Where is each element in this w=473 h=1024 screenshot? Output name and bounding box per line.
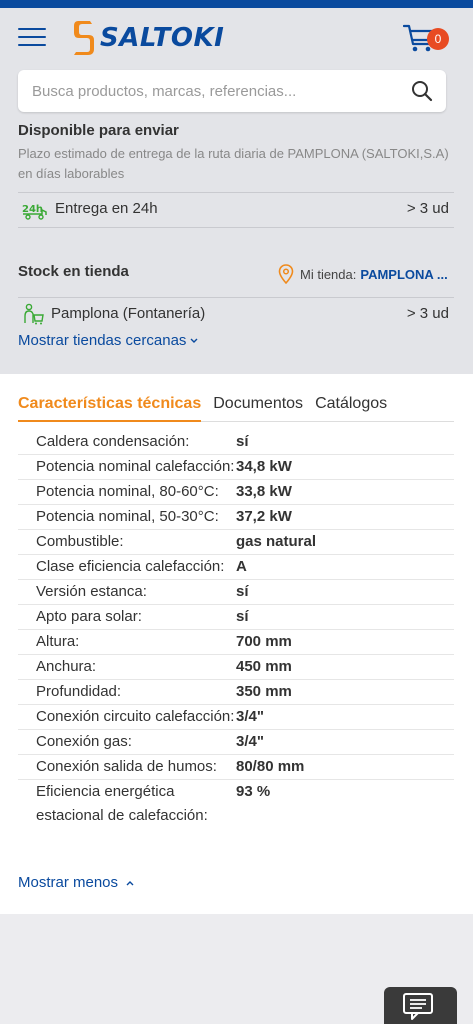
spec-value: 93 % <box>236 783 271 800</box>
spec-row: Potencia nominal, 80-60°C: 33,8 kW <box>18 480 454 505</box>
spec-label: Versión estanca: <box>36 583 147 600</box>
chat-icon <box>403 993 433 1020</box>
spec-label: Conexión salida de humos: <box>36 758 217 775</box>
cart-count-badge[interactable]: 0 <box>427 28 449 50</box>
show-nearby-stores-link[interactable]: Mostrar tiendas cercanas <box>18 332 199 349</box>
chevron-up-icon <box>126 880 134 885</box>
spec-label: Conexión circuito calefacción: <box>36 708 235 725</box>
delivery-label: Entrega en 24h <box>55 200 158 217</box>
chevron-down-icon <box>190 338 198 343</box>
availability-subtitle: Plazo estimado de entrega de la ruta dia… <box>18 146 449 181</box>
spec-row: Versión estanca: sí <box>18 580 454 605</box>
logo-s-icon <box>74 21 94 55</box>
logo-text: SALTOKI <box>100 23 225 53</box>
saltoki-logo[interactable]: SALTOKI <box>72 18 224 58</box>
my-store-link[interactable]: Mi tienda: PAMPLONA ... <box>278 264 448 284</box>
spec-value: 37,2 kW <box>236 508 292 525</box>
my-store-prefix: Mi tienda: <box>300 266 357 282</box>
spec-value: gas natural <box>236 533 317 550</box>
spec-table: Caldera condensación: sí Potencia nominal… <box>18 430 454 828</box>
tab-documents[interactable]: Documentos <box>213 394 303 422</box>
spec-row: Altura: 700 mm <box>18 630 454 655</box>
spec-value: 34,8 kW <box>236 458 292 475</box>
store-row-value: > 3 ud <box>406 305 449 322</box>
tab-catalogs[interactable]: Catálogos <box>315 394 387 422</box>
spec-row: Combustible: gas natural <box>18 530 454 555</box>
spec-value: 350 mm <box>236 683 292 700</box>
delivery-24h-icon: 24h <box>22 204 47 220</box>
spec-label: Potencia nominal, 50-30°C: <box>36 508 219 525</box>
show-nearby-stores-label: Mostrar tiendas cercanas <box>18 332 187 349</box>
search-input[interactable] <box>32 70 392 112</box>
spec-row: Apto para solar: sí <box>18 605 454 630</box>
spec-row: Anchura: 450 mm <box>18 655 454 680</box>
specs-section: Características técnicas Documentos Catá… <box>0 374 473 914</box>
header: SALTOKI 0 <box>0 8 473 120</box>
spec-value: sí <box>236 433 249 450</box>
stock-title: Stock en tienda <box>18 263 129 280</box>
delivery-value: > 3 ud <box>406 200 449 217</box>
top-accent-bar <box>0 0 473 8</box>
spec-row: Profundidad: 350 mm <box>18 680 454 705</box>
spec-row: Potencia nominal calefacción: 34,8 kW <box>18 455 454 480</box>
spec-label: Caldera condensación: <box>36 433 190 450</box>
chat-button[interactable] <box>384 987 457 1024</box>
spec-value: sí <box>236 608 249 625</box>
tab-technical-features[interactable]: Características técnicas <box>18 394 202 422</box>
spec-value: 450 mm <box>236 658 292 675</box>
spec-label: Eficiencia energética estacional de cale… <box>36 783 208 824</box>
spec-row: Conexión gas: 3/4" <box>18 730 454 755</box>
divider <box>18 297 454 298</box>
store-row-label: Pamplona (Fontanería) <box>51 305 206 322</box>
spec-value: A <box>236 558 247 575</box>
spec-row: Conexión salida de humos: 80/80 mm <box>18 755 454 780</box>
spec-label: Combustible: <box>36 533 124 550</box>
store-person-icon <box>24 303 44 325</box>
spec-value: 3/4" <box>236 733 264 750</box>
availability-title: Disponible para enviar <box>18 122 179 139</box>
divider <box>18 192 454 193</box>
location-pin-icon <box>278 264 294 284</box>
spec-label: Clase eficiencia calefacción: <box>36 558 225 575</box>
spec-value: 700 mm <box>236 633 292 650</box>
tab-bar: Características técnicas Documentos Catá… <box>18 394 454 422</box>
spec-row: Conexión circuito calefacción: 3/4" <box>18 705 454 730</box>
availability-section: Disponible para enviar Plazo estimado de… <box>0 120 473 374</box>
spec-value: sí <box>236 583 249 600</box>
spec-label: Potencia nominal calefacción: <box>36 458 235 475</box>
spec-value: 33,8 kW <box>236 483 292 500</box>
search-bar <box>18 70 446 112</box>
hamburger-menu-icon[interactable] <box>18 28 46 48</box>
spec-label: Profundidad: <box>36 683 122 700</box>
spec-label: Conexión gas: <box>36 733 132 750</box>
spec-label: Anchura: <box>36 658 97 675</box>
spec-row: Caldera condensación: sí <box>18 430 454 455</box>
spec-label: Altura: <box>36 633 80 650</box>
spec-value: 80/80 mm <box>236 758 305 775</box>
spec-value: 3/4" <box>236 708 264 725</box>
show-less-label: Mostrar menos <box>18 874 119 891</box>
spec-label: Apto para solar: <box>36 608 142 625</box>
show-less-link[interactable]: Mostrar menos <box>18 874 136 891</box>
spec-row: Potencia nominal, 50-30°C: 37,2 kW <box>18 505 454 530</box>
spec-row: Clase eficiencia calefacción: A <box>18 555 454 580</box>
search-icon[interactable] <box>410 79 434 103</box>
spec-row: Eficiencia energética estacional de cale… <box>18 780 454 828</box>
spec-label: Potencia nominal, 80-60°C: <box>36 483 219 500</box>
my-store-name[interactable]: PAMPLONA ... <box>360 267 447 282</box>
divider <box>18 227 454 228</box>
